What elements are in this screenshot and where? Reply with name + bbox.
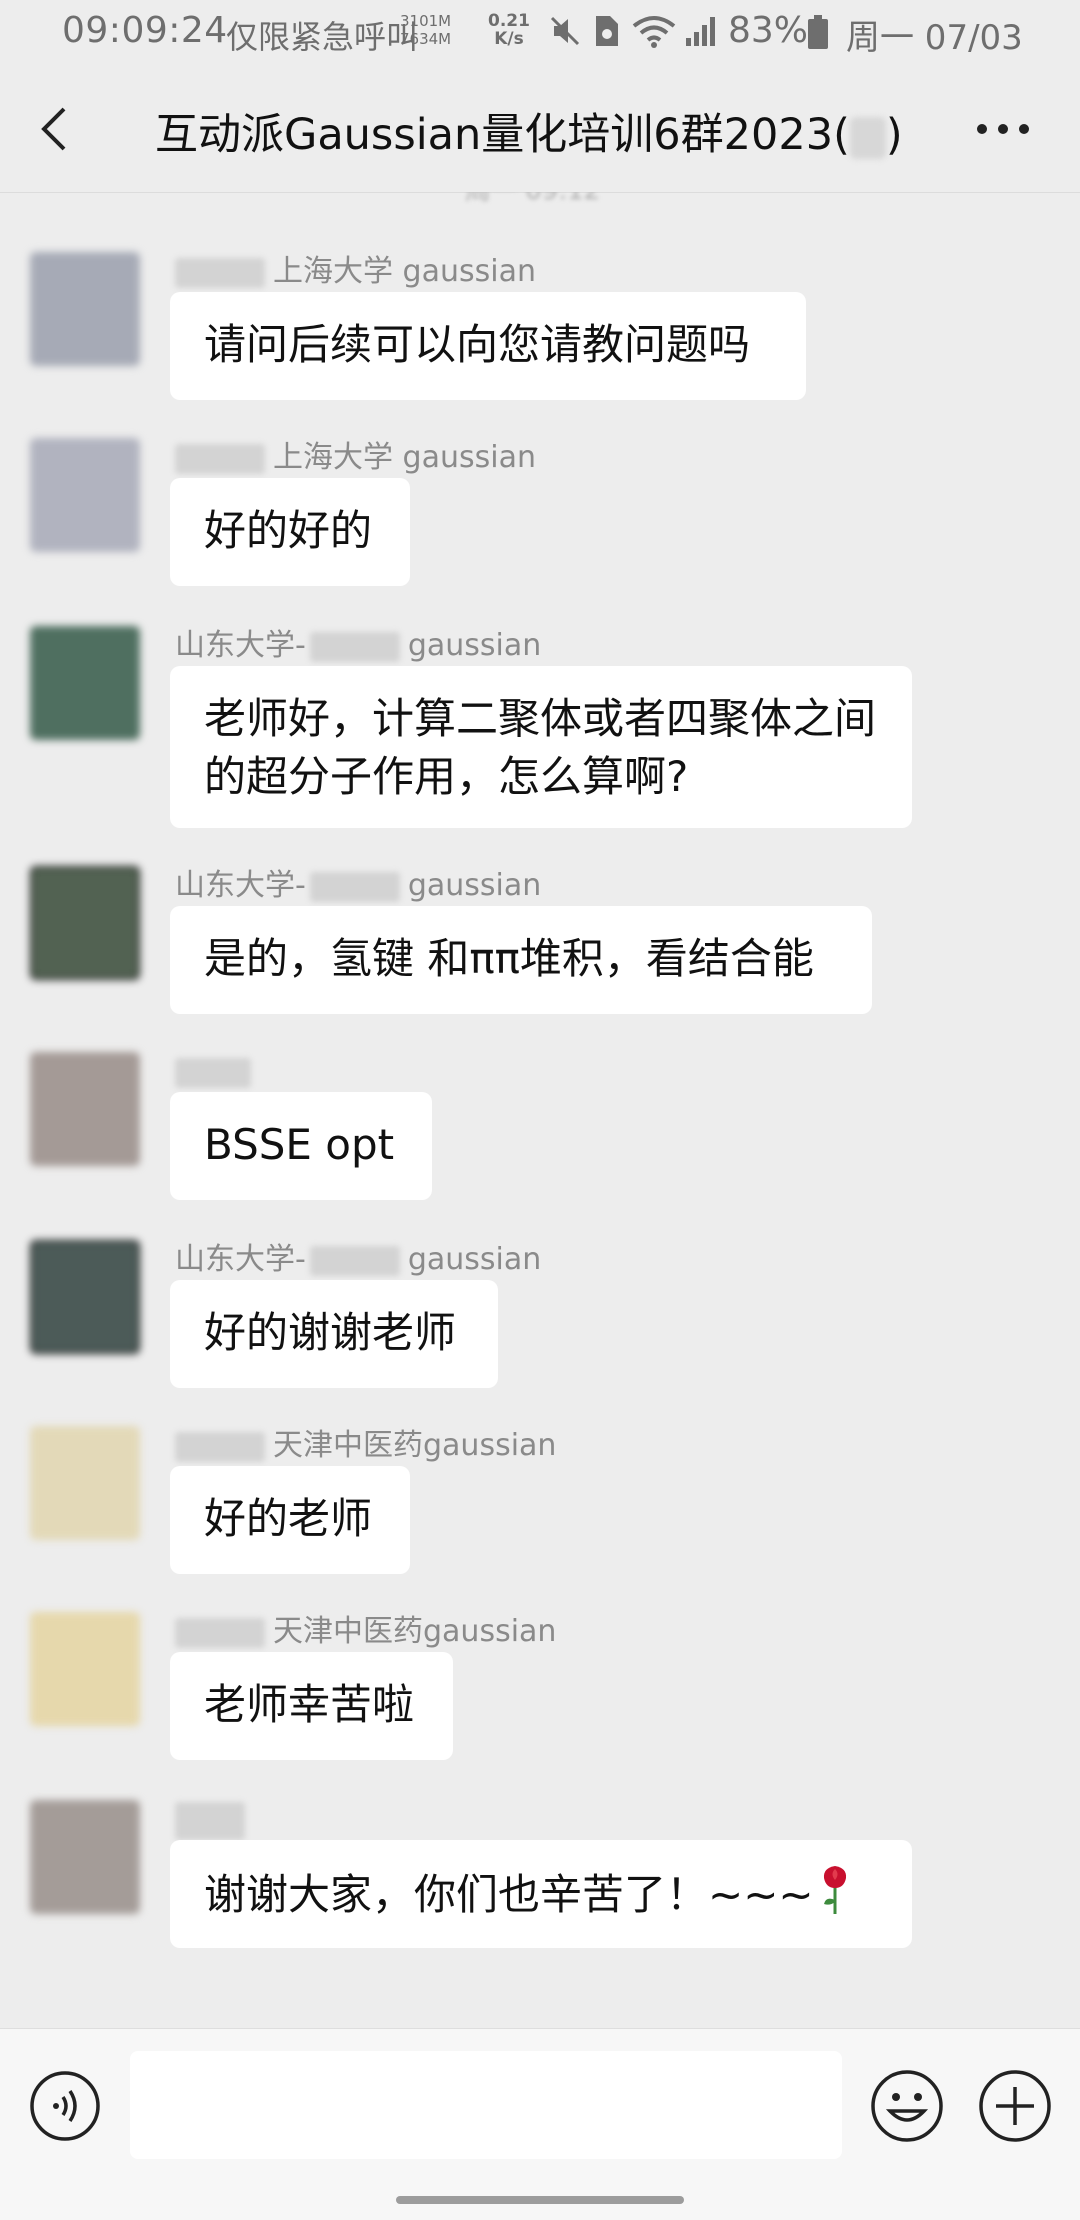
chat-messages[interactable]: 周一 09:12 上海大学 gaussian 请问后续可以向您请教问题吗 上海大… (0, 192, 1080, 2028)
memory-indicator: 3101M 7634M (400, 12, 451, 48)
chat-title-text: 互动派Gaussian量化培训6群2023( (155, 110, 850, 160)
avatar[interactable] (30, 1612, 140, 1726)
sender-name: 上海大学 gaussian (175, 438, 536, 478)
rose-icon (820, 1864, 850, 1931)
redacted-text (175, 1431, 265, 1462)
avatar[interactable] (30, 1426, 140, 1540)
sender-name: 山东大学-gaussian (175, 1242, 542, 1277)
signal-icon (684, 14, 720, 52)
avatar[interactable] (30, 438, 140, 552)
net-speed-value: 0.21 (488, 11, 530, 31)
sender-name: 上海大学 gaussian (175, 252, 536, 292)
message-bubble[interactable]: 老师好，计算二聚体或者四聚体之间的超分子作用，怎么算啊? (170, 666, 912, 828)
redacted-text (175, 1801, 245, 1840)
redacted-text (175, 257, 265, 288)
voice-icon (30, 2071, 100, 2141)
net-speed-unit: K/s (494, 29, 524, 49)
redacted-text (849, 116, 886, 159)
home-indicator[interactable] (396, 2196, 684, 2204)
message-text: 谢谢大家，你们也辛苦了！~~~ (204, 1870, 814, 1919)
input-bar (0, 2028, 1080, 2220)
status-emergency-text: 仅限紧急呼叫 (226, 18, 419, 56)
chat-title-end: ) (885, 110, 903, 160)
redacted-text (175, 1617, 265, 1648)
more-icon (977, 124, 1029, 134)
plus-icon (979, 2070, 1051, 2142)
message-bubble[interactable]: 是的，氢键 和ππ堆积，看结合能 (170, 906, 872, 1014)
message-bubble[interactable]: BSSE opt (170, 1092, 432, 1200)
avatar[interactable] (30, 252, 140, 366)
avatar[interactable] (30, 866, 140, 980)
message-bubble[interactable]: 谢谢大家，你们也辛苦了！~~~ (170, 1840, 912, 1948)
sender-name (175, 1800, 253, 1840)
emoji-button[interactable] (868, 2067, 946, 2145)
status-date: 周一 07/03 (846, 18, 1023, 58)
redacted-text (175, 1057, 251, 1088)
more-functions-button[interactable] (976, 2067, 1054, 2145)
message-input[interactable] (130, 2051, 842, 2159)
status-time: 09:09:24 (62, 10, 228, 51)
redacted-text (175, 443, 265, 474)
memory-used: 3101M (400, 12, 452, 30)
net-speed-indicator: 0.21 K/s (488, 12, 530, 48)
sender-name (175, 1052, 259, 1092)
battery-icon (806, 14, 830, 54)
sender-name: 天津中医药gaussian (175, 1426, 556, 1466)
avatar[interactable] (30, 1052, 140, 1166)
message-bubble[interactable]: 好的老师 (170, 1466, 410, 1574)
message-bubble[interactable]: 请问后续可以向您请教问题吗 (170, 292, 806, 400)
redacted-text (309, 871, 400, 902)
status-bar: 09:09:24 仅限紧急呼叫 3101M 7634M 0.21 K/s 83%… (0, 0, 1080, 66)
sender-name: 天津中医药gaussian (175, 1612, 556, 1652)
more-button[interactable] (968, 96, 1038, 162)
sender-name: 山东大学-gaussian (175, 868, 542, 903)
voice-button[interactable] (28, 2069, 102, 2143)
sender-name: 山东大学-gaussian (175, 628, 542, 663)
back-arrow-icon (41, 107, 66, 151)
redacted-text (309, 1245, 400, 1276)
message-time: 周一 09:12 (465, 192, 600, 207)
mute-icon (548, 14, 582, 52)
back-button[interactable] (28, 96, 78, 162)
message-bubble[interactable]: 老师幸苦啦 (170, 1652, 453, 1760)
message-bubble[interactable]: 好的好的 (170, 478, 410, 586)
emoji-icon (871, 2070, 943, 2142)
chat-title: 互动派Gaussian量化培训6群2023() (155, 100, 903, 162)
chat-header: 互动派Gaussian量化培训6群2023() (0, 66, 1080, 193)
message-bubble[interactable]: 好的谢谢老师 (170, 1280, 498, 1388)
avatar[interactable] (30, 1800, 140, 1914)
battery-percent: 83% (728, 10, 809, 51)
memory-total: 7634M (400, 30, 452, 48)
redacted-text (309, 631, 400, 662)
avatar[interactable] (30, 626, 140, 740)
avatar[interactable] (30, 1240, 140, 1354)
screen: 09:09:24 仅限紧急呼叫 3101M 7634M 0.21 K/s 83%… (0, 0, 1080, 2220)
wifi-icon (632, 14, 676, 52)
sim-icon (592, 14, 620, 52)
